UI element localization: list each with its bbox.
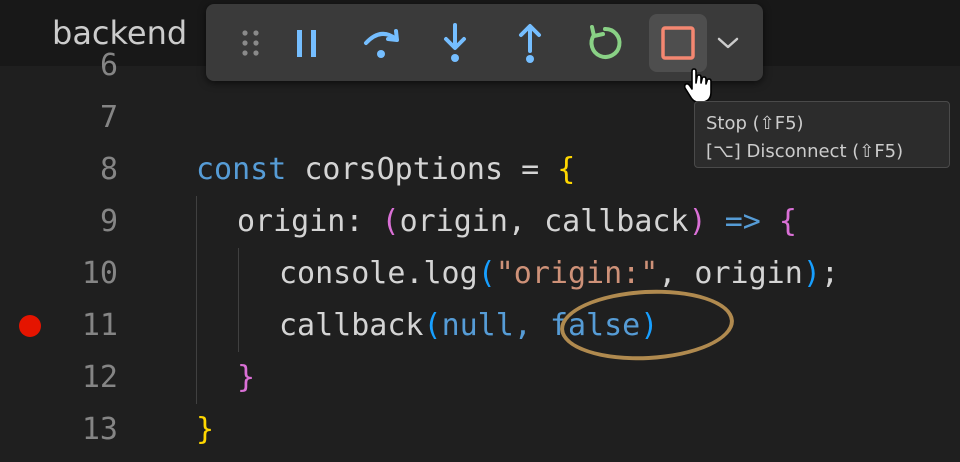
code-text: const corsOptions = { xyxy=(196,144,575,196)
bracket-token: ( xyxy=(477,256,496,291)
more-button[interactable] xyxy=(710,14,746,72)
call-token: console.log xyxy=(279,256,478,291)
line-number: 9 xyxy=(99,204,118,239)
line-number: 12 xyxy=(81,360,118,395)
bracket-token: } xyxy=(237,360,256,395)
code-line-10: 10 console.log("origin:", origin); xyxy=(0,248,960,300)
identifier-token: corsOptions xyxy=(304,152,504,187)
step-over-button[interactable] xyxy=(352,14,410,72)
hand-cursor-icon xyxy=(683,68,712,103)
stop-button[interactable] xyxy=(649,14,707,72)
line-number: 11 xyxy=(81,308,118,343)
tooltip-line-1: Stop (⇧F5) xyxy=(706,113,804,134)
tooltip-line-2: [⌥] Disconnect (⇧F5) xyxy=(706,141,904,162)
code-line-11: 11 callback(null, false) xyxy=(0,300,960,352)
step-out-icon xyxy=(519,24,541,63)
step-into-button[interactable] xyxy=(426,14,484,72)
pause-button[interactable] xyxy=(278,14,336,72)
param-token: origin, xyxy=(399,204,526,239)
arrow-token: => xyxy=(724,204,761,239)
operator-token: = xyxy=(521,152,540,187)
bracket-token: ( xyxy=(381,204,400,239)
null-token: null, xyxy=(441,308,532,343)
line-number: 10 xyxy=(81,256,118,291)
line-number: 6 xyxy=(99,48,118,83)
pause-icon xyxy=(297,30,316,57)
bracket-token: { xyxy=(557,152,576,187)
keyword-token: const xyxy=(196,152,287,187)
debug-toolbar xyxy=(206,4,763,81)
restart-button[interactable] xyxy=(576,14,634,72)
code-text: console.log("origin:", origin); xyxy=(279,248,839,300)
code-line-12: 12 } xyxy=(0,352,960,404)
line-number: 13 xyxy=(81,412,118,447)
step-out-button[interactable] xyxy=(501,14,559,72)
property-token: origin: xyxy=(237,204,364,239)
bracket-token: ) xyxy=(688,204,707,239)
step-into-icon xyxy=(444,23,466,62)
code-text: } xyxy=(237,352,255,404)
stop-icon xyxy=(661,26,695,60)
line-number: 7 xyxy=(99,100,118,135)
step-over-icon xyxy=(364,29,399,58)
line-number: 8 xyxy=(99,152,118,187)
code-line-13: 13 } xyxy=(0,404,960,456)
bracket-token: ) xyxy=(802,256,821,291)
arg-token: , origin xyxy=(658,256,803,291)
stop-tooltip: Stop (⇧F5) [⌥] Disconnect (⇧F5) xyxy=(694,101,950,168)
grip-icon xyxy=(242,30,259,56)
chevron-down-icon xyxy=(717,37,739,49)
code-line-9: 9 origin: (origin, callback) => { xyxy=(0,196,960,248)
bracket-token: ( xyxy=(423,308,442,343)
code-text: origin: (origin, callback) => { xyxy=(237,196,797,248)
string-token: "origin:" xyxy=(495,256,659,291)
bracket-token: } xyxy=(196,412,215,447)
call-token: callback xyxy=(279,308,424,343)
bracket-token: { xyxy=(778,204,797,239)
drag-handle[interactable] xyxy=(222,14,280,72)
param-token: callback xyxy=(544,204,689,239)
code-text: } xyxy=(196,404,214,456)
semicolon-token: ; xyxy=(820,256,839,291)
restart-icon xyxy=(589,25,622,59)
